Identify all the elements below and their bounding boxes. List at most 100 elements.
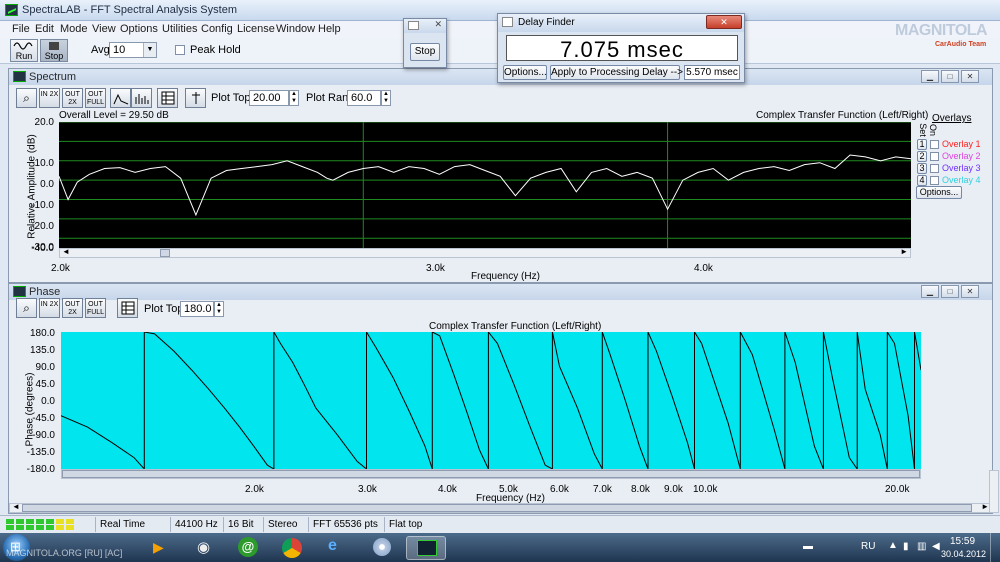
spectrum-minimize-button[interactable]: ▁ xyxy=(921,70,939,83)
line-plot-button[interactable] xyxy=(110,88,131,108)
overlays-options-button[interactable]: Options... xyxy=(916,186,962,199)
menu-mode[interactable]: Mode xyxy=(60,23,88,35)
menu-help[interactable]: Help xyxy=(318,23,341,35)
spectrum-table-button[interactable] xyxy=(157,88,178,108)
spectrum-h-scrollbar[interactable]: ◄ ► xyxy=(59,247,911,258)
spectrum-maximize-button[interactable]: □ xyxy=(941,70,959,83)
dialog-icon xyxy=(408,21,419,30)
overlay-2-set-button[interactable]: 2 xyxy=(917,151,927,162)
phase-zoom-out-2x-button[interactable]: OUT 2X xyxy=(62,298,83,318)
phase-h-scrollbar[interactable] xyxy=(61,469,921,479)
phase-y-tick: 45.0 xyxy=(35,379,55,390)
stop-button[interactable]: Stop xyxy=(40,39,68,62)
chrome-icon xyxy=(282,538,302,558)
zoom-magnifier-button[interactable]: ⌕ xyxy=(16,88,37,108)
spectrum-window-title: Spectrum xyxy=(29,71,77,83)
phase-window-title: Phase xyxy=(29,286,61,298)
disc-icon xyxy=(373,538,391,556)
phase-maximize-button[interactable]: □ xyxy=(941,285,959,298)
menu-window[interactable]: Window xyxy=(276,23,315,35)
phase-plot-top-spinner[interactable]: ▲ ▼ xyxy=(214,301,224,317)
tray-network-icon[interactable]: ▥ xyxy=(917,541,926,552)
phase-minimize-button[interactable]: ▁ xyxy=(921,285,939,298)
show-desktop-button[interactable] xyxy=(990,533,1000,562)
menu-license[interactable]: License xyxy=(237,23,275,35)
phase-zoom-in-2x-button[interactable]: IN 2X xyxy=(39,298,60,318)
phase-plot-top-input[interactable]: 180.0 xyxy=(180,301,214,317)
peak-hold-checkbox[interactable] xyxy=(175,45,185,55)
spectrum-plot-top-spinner[interactable]: ▲ ▼ xyxy=(289,90,299,106)
taskbar-spectralab[interactable] xyxy=(406,536,446,560)
phase-zoom-out-full-button[interactable]: OUT FULL xyxy=(85,298,106,318)
phase-scroll-thumb[interactable] xyxy=(62,470,920,478)
spectrum-close-button[interactable]: ✕ xyxy=(961,70,979,83)
scroll-right-arrow-icon: ► xyxy=(981,502,989,511)
phase-zoom-magnifier-button[interactable]: ⌕ xyxy=(16,298,37,318)
delay-options-button[interactable]: Options... xyxy=(503,65,547,80)
tray-time[interactable]: 15:59 xyxy=(950,536,975,547)
overlay-3-set-button[interactable]: 3 xyxy=(917,163,927,174)
menu-edit[interactable]: Edit xyxy=(35,23,54,35)
phase-window-scroll-thumb[interactable] xyxy=(22,504,972,512)
close-icon[interactable]: ✕ xyxy=(434,19,442,30)
spectrum-plot-range-input[interactable]: 60.0 xyxy=(347,90,381,106)
zoom-out-2x-button[interactable]: OUT 2X xyxy=(62,88,83,108)
magnifier-icon: ⌕ xyxy=(23,301,30,315)
tray-language[interactable]: RU xyxy=(861,541,875,552)
tray-battery-icon[interactable]: ▮ xyxy=(903,541,909,552)
avg-select[interactable]: 10 ▼ xyxy=(109,42,157,58)
tray-expand-icon[interactable]: ▲ xyxy=(888,540,898,551)
processing-delay-field[interactable]: 5.570 msec xyxy=(684,65,740,80)
phase-window-h-scrollbar[interactable]: ◄ ► xyxy=(9,502,992,513)
phase-x-tick: 4.0k xyxy=(438,484,457,495)
phase-y-tick: 90.0 xyxy=(35,362,55,373)
status-channels: Stereo xyxy=(263,517,308,532)
zoom-in-2x-button[interactable]: IN 2X xyxy=(39,88,60,108)
app-v-scrollbar[interactable] xyxy=(989,470,999,513)
spectrum-plot[interactable] xyxy=(59,122,911,248)
meter-segment xyxy=(66,519,74,524)
run-button[interactable]: Run xyxy=(10,39,38,62)
phase-x-tick: 6.0k xyxy=(550,484,569,495)
phase-y-tick: -90.0 xyxy=(32,430,55,441)
taskbar-chrome[interactable] xyxy=(272,536,312,560)
phase-close-button[interactable]: ✕ xyxy=(961,285,979,298)
spectrum-plot-range-spinner[interactable]: ▲ ▼ xyxy=(381,90,391,106)
menu-file[interactable]: File xyxy=(12,23,30,35)
stop-dialog-button[interactable]: Stop xyxy=(410,43,440,61)
tray-date[interactable]: 30.04.2012 xyxy=(941,549,986,559)
apply-processing-delay-button[interactable]: Apply to Processing Delay --> xyxy=(550,65,683,80)
meter-segment xyxy=(26,519,34,524)
delay-finder-close-button[interactable]: ✕ xyxy=(706,15,742,29)
spectrum-plot-top-input[interactable]: 20.00 xyxy=(249,90,289,106)
tray-flag-icon[interactable]: ▬ xyxy=(803,541,813,552)
overlay-1-set-button[interactable]: 1 xyxy=(917,139,927,150)
spectrum-scroll-thumb[interactable] xyxy=(160,249,170,257)
zoom-out-full-button[interactable]: OUT FULL xyxy=(85,88,106,108)
overlay-2-checkbox[interactable] xyxy=(930,152,939,161)
menu-config[interactable]: Config xyxy=(201,23,233,35)
menu-view[interactable]: View xyxy=(92,23,116,35)
taskbar-app-6[interactable] xyxy=(362,536,402,560)
taskbar-icq[interactable]: @ xyxy=(228,536,268,560)
spectrum-y-tick: 20.0 xyxy=(34,117,54,128)
overlay-4-set-button[interactable]: 4 xyxy=(917,175,927,186)
phase-plot[interactable] xyxy=(61,332,921,469)
watermark-sub: CarAudio Team xyxy=(935,41,987,48)
menu-utilities[interactable]: Utilities xyxy=(162,23,197,35)
ie-icon: e xyxy=(328,537,337,554)
spectrum-y-tick: -20.0 xyxy=(31,221,54,232)
meter-segment xyxy=(46,519,54,524)
spectrum-cursor-button[interactable] xyxy=(185,88,206,108)
menu-options[interactable]: Options xyxy=(120,23,158,35)
phase-table-button[interactable] xyxy=(117,298,138,318)
taskbar-media-player[interactable]: ▶ xyxy=(140,536,180,560)
spectrum-plot-top-label: Plot Top: xyxy=(211,92,254,104)
taskbar-app-2[interactable]: ◉ xyxy=(185,536,225,560)
overlay-4-checkbox[interactable] xyxy=(930,176,939,185)
taskbar-internet-explorer[interactable]: e xyxy=(316,536,356,560)
overlay-1-checkbox[interactable] xyxy=(930,140,939,149)
tray-volume-icon[interactable]: ◀ xyxy=(932,541,940,552)
bar-plot-button[interactable] xyxy=(131,88,152,108)
overlay-3-checkbox[interactable] xyxy=(930,164,939,173)
